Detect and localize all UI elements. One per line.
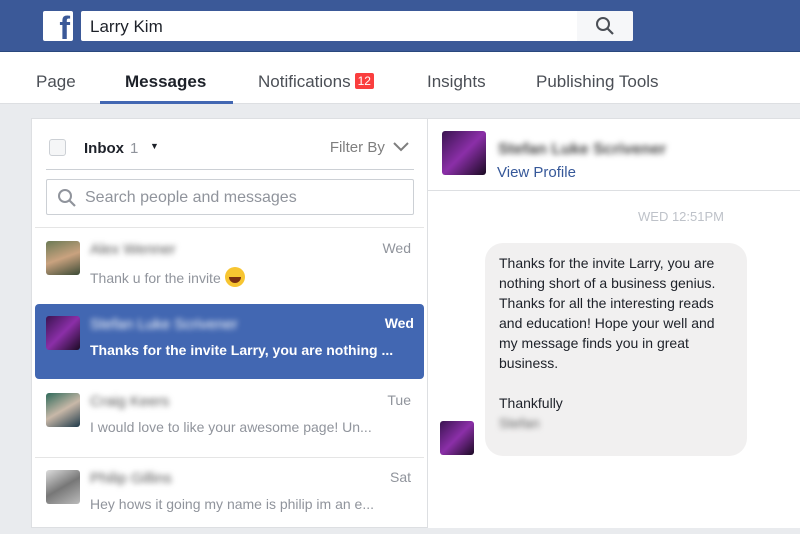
avatar	[46, 470, 80, 504]
message-snippet: Hey hows it going my name is philip im a…	[90, 496, 375, 512]
tab-page[interactable]: Page	[36, 72, 76, 92]
avatar	[46, 241, 80, 275]
divider	[35, 227, 424, 228]
sender-avatar	[440, 421, 474, 455]
snippet-text: Thank u for the invite	[90, 270, 221, 286]
divider	[46, 169, 414, 170]
contact-name: Alex Wenner	[90, 241, 176, 258]
message-snippet: Thanks for the invite Larry, you are not…	[90, 342, 394, 358]
active-tab-indicator	[100, 101, 233, 104]
top-bar: f Larry Kim	[0, 0, 800, 52]
chevron-down-icon	[393, 142, 409, 152]
message-signature: Stefan	[499, 415, 540, 431]
inbox-label[interactable]: Inbox	[84, 140, 124, 157]
conversation-item-selected[interactable]: Stefan Luke Scrivener Wed Thanks for the…	[35, 304, 424, 379]
tab-notifications[interactable]: Notifications 12	[258, 72, 374, 92]
message-time: Wed	[384, 315, 414, 331]
inbox-count: 1	[130, 140, 139, 157]
thread-contact-name: Stefan Luke Scrivener	[498, 141, 667, 158]
notification-badge: 12	[354, 73, 374, 89]
message-snippet: I would love to like your awesome page! …	[90, 419, 372, 435]
conversation-list: Inbox 1 ▼ Filter By Search people and me…	[31, 118, 428, 528]
page-tabs: Page Messages Notifications 12 Insights P…	[0, 52, 800, 104]
message-thread: Stefan Luke Scrivener View Profile WED 1…	[428, 118, 800, 528]
search-messages-input[interactable]: Search people and messages	[46, 179, 414, 215]
select-all-checkbox[interactable]	[49, 139, 66, 156]
conversation-item[interactable]: Alex Wenner Wed Thank u for the invite	[32, 229, 427, 305]
caret-down-icon[interactable]: ▼	[150, 141, 159, 151]
message-timestamp: WED 12:51PM	[638, 209, 724, 224]
message-time: Sat	[389, 469, 411, 485]
facebook-logo[interactable]: f	[43, 11, 73, 41]
avatar	[46, 316, 80, 350]
filter-by-dropdown[interactable]: Filter By	[330, 139, 409, 156]
search-icon	[58, 189, 76, 207]
message-snippet: Thank u for the invite	[90, 267, 245, 287]
contact-name: Philip Gillins	[90, 470, 172, 487]
message-time: Wed	[382, 240, 411, 256]
tab-notifications-label: Notifications	[258, 72, 351, 91]
avatar	[46, 393, 80, 427]
filter-label: Filter By	[329, 139, 385, 156]
search-bar[interactable]: Larry Kim	[81, 11, 633, 41]
message-time: Tue	[387, 392, 411, 408]
conversation-item[interactable]: Craig Keers Tue I would love to like you…	[32, 381, 427, 457]
search-placeholder: Search people and messages	[85, 189, 297, 206]
grinning-face-icon	[224, 267, 245, 287]
contact-name: Stefan Luke Scrivener	[90, 316, 238, 333]
view-profile-link[interactable]: View Profile	[497, 164, 576, 181]
search-icon	[596, 17, 614, 35]
tab-publishing-tools[interactable]: Publishing Tools	[536, 72, 659, 92]
search-input[interactable]: Larry Kim	[90, 17, 163, 37]
contact-avatar[interactable]	[442, 131, 486, 175]
message-text: Thanks for the invite Larry, you are not…	[499, 255, 716, 411]
tab-messages[interactable]: Messages	[125, 72, 206, 92]
message-bubble: Thanks for the invite Larry, you are not…	[485, 243, 747, 456]
divider	[428, 190, 800, 191]
search-button[interactable]	[577, 11, 633, 41]
tab-insights[interactable]: Insights	[427, 72, 486, 92]
contact-name: Craig Keers	[90, 393, 170, 410]
